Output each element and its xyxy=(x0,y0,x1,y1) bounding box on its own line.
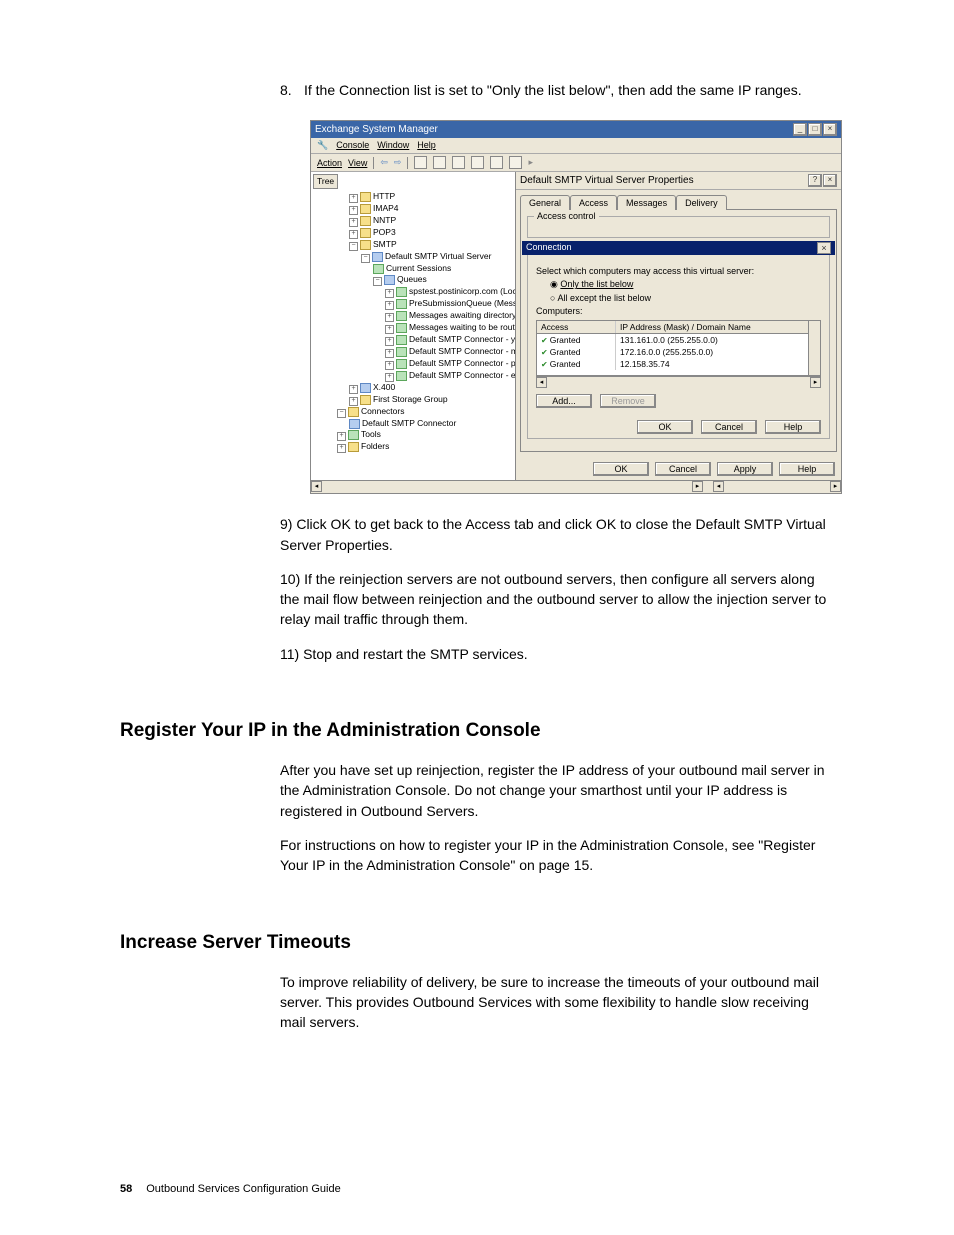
props-help-button[interactable]: Help xyxy=(779,462,835,476)
tab-access[interactable]: Access xyxy=(570,195,617,210)
mmc-toolbar: Action View ⇦ ⇨ ▸ xyxy=(311,154,841,172)
tb-icon[interactable] xyxy=(452,156,465,169)
properties-title: Default SMTP Virtual Server Properties xyxy=(520,175,694,186)
tree-default-smtp-vs[interactable]: Default SMTP Virtual Server xyxy=(385,251,491,261)
add-button[interactable]: Add... xyxy=(536,394,592,408)
table-row[interactable]: ✔Granted12.158.35.74 xyxy=(537,358,820,370)
step-11: 11) Stop and restart the SMTP services. xyxy=(280,644,834,664)
step-8-num: 8. xyxy=(280,80,304,100)
step-9: 9) Click OK to get back to the Access ta… xyxy=(280,514,834,555)
tb-icon[interactable] xyxy=(414,156,427,169)
heading-increase-timeouts: Increase Server Timeouts xyxy=(120,932,834,954)
tb-icon[interactable] xyxy=(433,156,446,169)
conn-ok-button[interactable]: OK xyxy=(637,420,693,434)
conn-help-button[interactable]: Help xyxy=(765,420,821,434)
scrollbar-v[interactable] xyxy=(808,321,820,375)
dlg-close-icon[interactable]: × xyxy=(823,174,837,187)
page-footer: 58 Outbound Services Configuration Guide xyxy=(120,1183,341,1195)
conn-cancel-button[interactable]: Cancel xyxy=(701,420,757,434)
menu-window[interactable]: Window xyxy=(377,140,409,151)
properties-dialog-titlebar: Default SMTP Virtual Server Properties ?… xyxy=(516,172,841,190)
timeouts-p1: To improve reliability of delivery, be s… xyxy=(280,972,834,1033)
tab-general[interactable]: General xyxy=(520,195,570,210)
tree-tab[interactable]: Tree xyxy=(313,174,338,189)
heading-register-ip: Register Your IP in the Administration C… xyxy=(120,720,834,742)
connection-dialog-titlebar: Connection × xyxy=(522,241,835,255)
remove-button: Remove xyxy=(600,394,656,408)
connection-prompt: Select which computers may access this v… xyxy=(536,266,821,276)
connection-title: Connection xyxy=(526,242,572,254)
th-access[interactable]: Access xyxy=(537,321,616,333)
connection-close-icon[interactable]: × xyxy=(817,242,831,254)
scrollbar-h[interactable]: ◂▸ xyxy=(536,376,821,388)
th-ip[interactable]: IP Address (Mask) / Domain Name xyxy=(616,321,820,333)
mmc-titlebar: Exchange System Manager _□× xyxy=(311,121,841,138)
table-row[interactable]: ✔Granted131.161.0.0 (255.255.0.0) xyxy=(537,334,820,346)
register-ip-p1: After you have set up reinjection, regis… xyxy=(280,760,834,821)
computers-table[interactable]: Access IP Address (Mask) / Domain Name ✔… xyxy=(536,320,821,376)
tb-icon[interactable] xyxy=(471,156,484,169)
menu-console[interactable]: Console xyxy=(336,140,369,151)
tb-icon[interactable] xyxy=(509,156,522,169)
props-ok-button[interactable]: OK xyxy=(593,462,649,476)
step-8-text: If the Connection list is set to "Only t… xyxy=(304,82,802,98)
radio-all-except[interactable]: ○ All except the list below xyxy=(550,293,821,303)
properties-tabs: General Access Messages Delivery xyxy=(520,194,837,209)
step-10: 10) If the reinjection servers are not o… xyxy=(280,569,834,630)
dlg-help-icon[interactable]: ? xyxy=(808,174,822,187)
props-apply-button[interactable]: Apply xyxy=(717,462,773,476)
toolbar-view[interactable]: View xyxy=(348,158,367,168)
window-controls[interactable]: _□× xyxy=(793,123,837,136)
toolbar-action[interactable]: Action xyxy=(317,158,342,168)
register-ip-p2: For instructions on how to register your… xyxy=(280,835,834,876)
footer-title: Outbound Services Configuration Guide xyxy=(146,1183,340,1195)
step-8: 8.If the Connection list is set to "Only… xyxy=(280,80,834,100)
menu-help[interactable]: Help xyxy=(417,140,436,151)
mmc-menubar: 🔧 Console Window Help xyxy=(311,138,841,154)
screenshot-exchange-manager: Exchange System Manager _□× 🔧 Console Wi… xyxy=(310,120,842,494)
group-access-control: Access control xyxy=(534,211,599,221)
mmc-scrollbars[interactable]: ◂▸ ◂▸ xyxy=(311,480,841,493)
table-row[interactable]: ✔Granted172.16.0.0 (255.255.0.0) xyxy=(537,346,820,358)
tb-icon[interactable] xyxy=(490,156,503,169)
tab-messages[interactable]: Messages xyxy=(617,195,676,210)
page-number: 58 xyxy=(120,1183,132,1195)
tree-pane[interactable]: Tree +HTTP +IMAP4 +NNTP +POP3 −SMTP −Def… xyxy=(311,172,516,480)
radio-only-list[interactable]: ◉ Only the list below xyxy=(550,279,821,290)
mmc-title: Exchange System Manager xyxy=(315,124,438,135)
tab-delivery[interactable]: Delivery xyxy=(676,195,727,210)
properties-dialog-buttons: OK Cancel Apply Help xyxy=(516,456,841,480)
properties-pane: Default SMTP Virtual Server Properties ?… xyxy=(516,172,841,480)
props-cancel-button[interactable]: Cancel xyxy=(655,462,711,476)
computers-label: Computers: xyxy=(536,306,821,316)
